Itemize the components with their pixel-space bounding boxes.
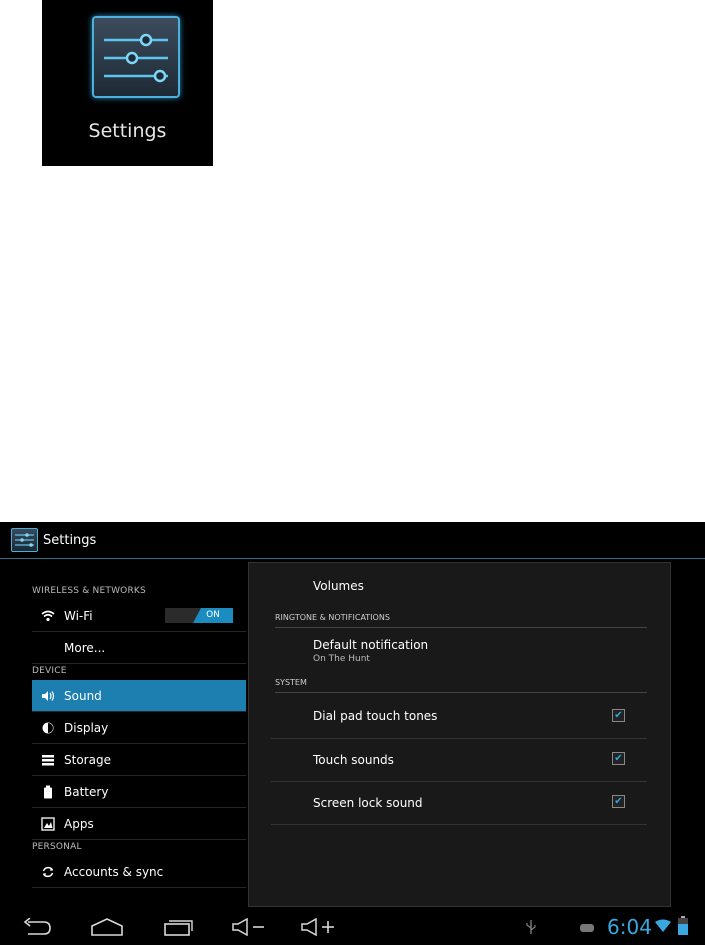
- dialpad-tones-item[interactable]: Dial pad touch tones ✔: [271, 695, 647, 737]
- sync-icon: [41, 865, 55, 879]
- usb-icon: [526, 919, 536, 939]
- sidebar-item-label: Battery: [64, 785, 109, 799]
- sidebar-item-label: Sound: [64, 689, 102, 703]
- wifi-signal-icon: [655, 919, 671, 937]
- brightness-icon: [41, 721, 55, 735]
- sidebar-item-accounts[interactable]: Accounts & sync: [32, 856, 246, 888]
- sidebar-item-label: Display: [64, 721, 109, 735]
- touch-sounds-checkbox[interactable]: ✔: [612, 752, 625, 765]
- screen-lock-label: Screen lock sound: [313, 796, 423, 810]
- volumes-label: Volumes: [313, 579, 364, 593]
- section-header-wireless: WIRELESS & NETWORKS: [32, 586, 146, 596]
- volume-up-icon[interactable]: [300, 917, 336, 940]
- screen-lock-sound-item[interactable]: Screen lock sound ✔: [271, 782, 647, 824]
- storage-icon: [41, 753, 55, 767]
- battery-status-icon: [677, 916, 689, 940]
- page-title: Settings: [43, 533, 97, 548]
- sidebar-item-more[interactable]: More...: [32, 632, 246, 664]
- sidebar-item-wifi[interactable]: Wi-Fi ON: [32, 600, 246, 632]
- settings-app-icon[interactable]: [11, 528, 38, 552]
- wifi-toggle-state: ON: [193, 608, 233, 623]
- sidebar-item-label: Wi-Fi: [64, 609, 93, 623]
- action-bar: Settings: [0, 522, 705, 559]
- tablet-screen: Settings WIRELESS & NETWORKS Wi-Fi ON Mo…: [0, 522, 705, 945]
- settings-categories: WIRELESS & NETWORKS Wi-Fi ON More... DEV…: [32, 562, 246, 907]
- sidebar-item-battery[interactable]: Battery: [32, 776, 246, 808]
- speaker-icon: [41, 689, 55, 703]
- section-header-device: DEVICE: [32, 666, 67, 676]
- sidebar-item-sound[interactable]: Sound: [32, 680, 246, 712]
- sidebar-item-label: Accounts & sync: [64, 865, 164, 879]
- gamepad-icon: [579, 920, 595, 938]
- apps-icon: [41, 817, 55, 831]
- wifi-icon: [41, 609, 55, 623]
- section-header-personal: PERSONAL: [32, 842, 82, 852]
- sidebar-item-label: Apps: [64, 817, 94, 831]
- sidebar-item-storage[interactable]: Storage: [32, 744, 246, 776]
- sidebar-item-label: More...: [64, 641, 106, 655]
- section-header-system: SYSTEM: [275, 678, 647, 693]
- touch-sounds-item[interactable]: Touch sounds ✔: [271, 739, 647, 781]
- notification-value: On The Hunt: [313, 654, 370, 664]
- recent-apps-icon[interactable]: [163, 918, 195, 940]
- launcher-label: Settings: [88, 120, 167, 142]
- back-icon[interactable]: [22, 917, 52, 940]
- system-nav-bar: 6:04: [0, 907, 705, 945]
- settings-sliders-icon: [92, 16, 180, 98]
- dialpad-checkbox[interactable]: ✔: [612, 709, 625, 722]
- wifi-toggle[interactable]: ON: [165, 608, 233, 623]
- touch-sounds-label: Touch sounds: [313, 753, 394, 767]
- row-divider: [271, 824, 647, 825]
- dialpad-label: Dial pad touch tones: [313, 709, 438, 723]
- default-notification-item[interactable]: Default notification On The Hunt: [271, 638, 647, 674]
- battery-icon: [41, 785, 55, 799]
- sound-settings-pane: Volumes RINGTONE & NOTIFICATIONS Default…: [248, 562, 671, 907]
- status-clock: 6:04: [607, 915, 652, 939]
- sidebar-item-display[interactable]: Display: [32, 712, 246, 744]
- home-icon[interactable]: [90, 918, 124, 940]
- screen-lock-checkbox[interactable]: ✔: [612, 795, 625, 808]
- action-bar-divider: [0, 558, 705, 559]
- section-header-ringtone: RINGTONE & NOTIFICATIONS: [275, 613, 647, 628]
- notification-title: Default notification: [313, 638, 429, 652]
- volume-down-icon[interactable]: [231, 917, 267, 940]
- sidebar-item-apps[interactable]: Apps: [32, 808, 246, 840]
- settings-app-launcher[interactable]: Settings: [42, 0, 213, 166]
- sidebar-item-label: Storage: [64, 753, 111, 767]
